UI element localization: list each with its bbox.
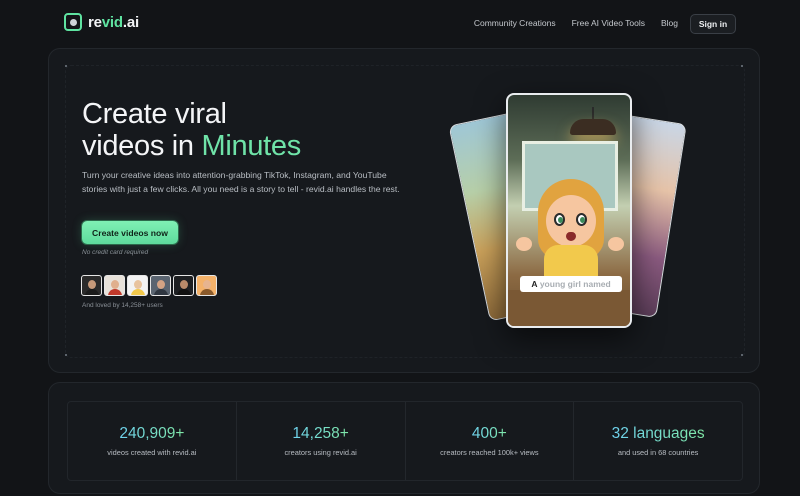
nav-link-blog[interactable]: Blog bbox=[661, 18, 678, 28]
brand-name: revid.ai bbox=[88, 13, 139, 31]
corner-dot bbox=[741, 354, 743, 356]
lamp-illustration bbox=[570, 107, 616, 137]
stat-creators: 14,258+ creators using revid.ai bbox=[237, 402, 406, 480]
brand-logo[interactable]: revid.ai bbox=[64, 13, 139, 31]
avatar bbox=[104, 275, 125, 296]
stat-views: 400+ creators reached 100k+ views bbox=[406, 402, 575, 480]
sign-in-button[interactable]: Sign in bbox=[690, 14, 736, 34]
avatar bbox=[196, 275, 217, 296]
avatar bbox=[127, 275, 148, 296]
stat-videos-created: 240,909+ videos created with revid.ai bbox=[68, 402, 237, 480]
corner-dot bbox=[741, 65, 743, 67]
avatar bbox=[173, 275, 194, 296]
nav-links: Community Creations Free AI Video Tools … bbox=[474, 18, 678, 28]
user-avatars bbox=[81, 275, 217, 296]
top-navigation: revid.ai Community Creations Free AI Vid… bbox=[0, 0, 800, 48]
hero-title: Create viral videos in Minutes bbox=[82, 98, 301, 162]
avatar bbox=[150, 275, 171, 296]
nav-link-free-ai-video-tools[interactable]: Free AI Video Tools bbox=[572, 18, 645, 28]
video-preview-card-main: A young girl named bbox=[506, 93, 632, 328]
stats-row: 240,909+ videos created with revid.ai 14… bbox=[67, 401, 743, 481]
hero-description: Turn your creative ideas into attention-… bbox=[82, 170, 400, 194]
hero-title-highlight: Minutes bbox=[201, 130, 302, 162]
no-credit-card-note: No credit card required bbox=[82, 249, 149, 256]
corner-dot bbox=[65, 65, 67, 67]
stats-section: 240,909+ videos created with revid.ai 14… bbox=[48, 382, 760, 494]
video-caption: A young girl named bbox=[520, 276, 622, 292]
loved-by-count: And loved by 14,258+ users bbox=[82, 302, 163, 309]
logo-icon bbox=[64, 13, 82, 31]
stat-languages: 32 languages and used in 68 countries bbox=[611, 425, 705, 457]
avatar bbox=[81, 275, 102, 296]
corner-dot bbox=[65, 354, 67, 356]
create-videos-button[interactable]: Create videos now bbox=[82, 221, 178, 244]
nav-link-community-creations[interactable]: Community Creations bbox=[474, 18, 556, 28]
